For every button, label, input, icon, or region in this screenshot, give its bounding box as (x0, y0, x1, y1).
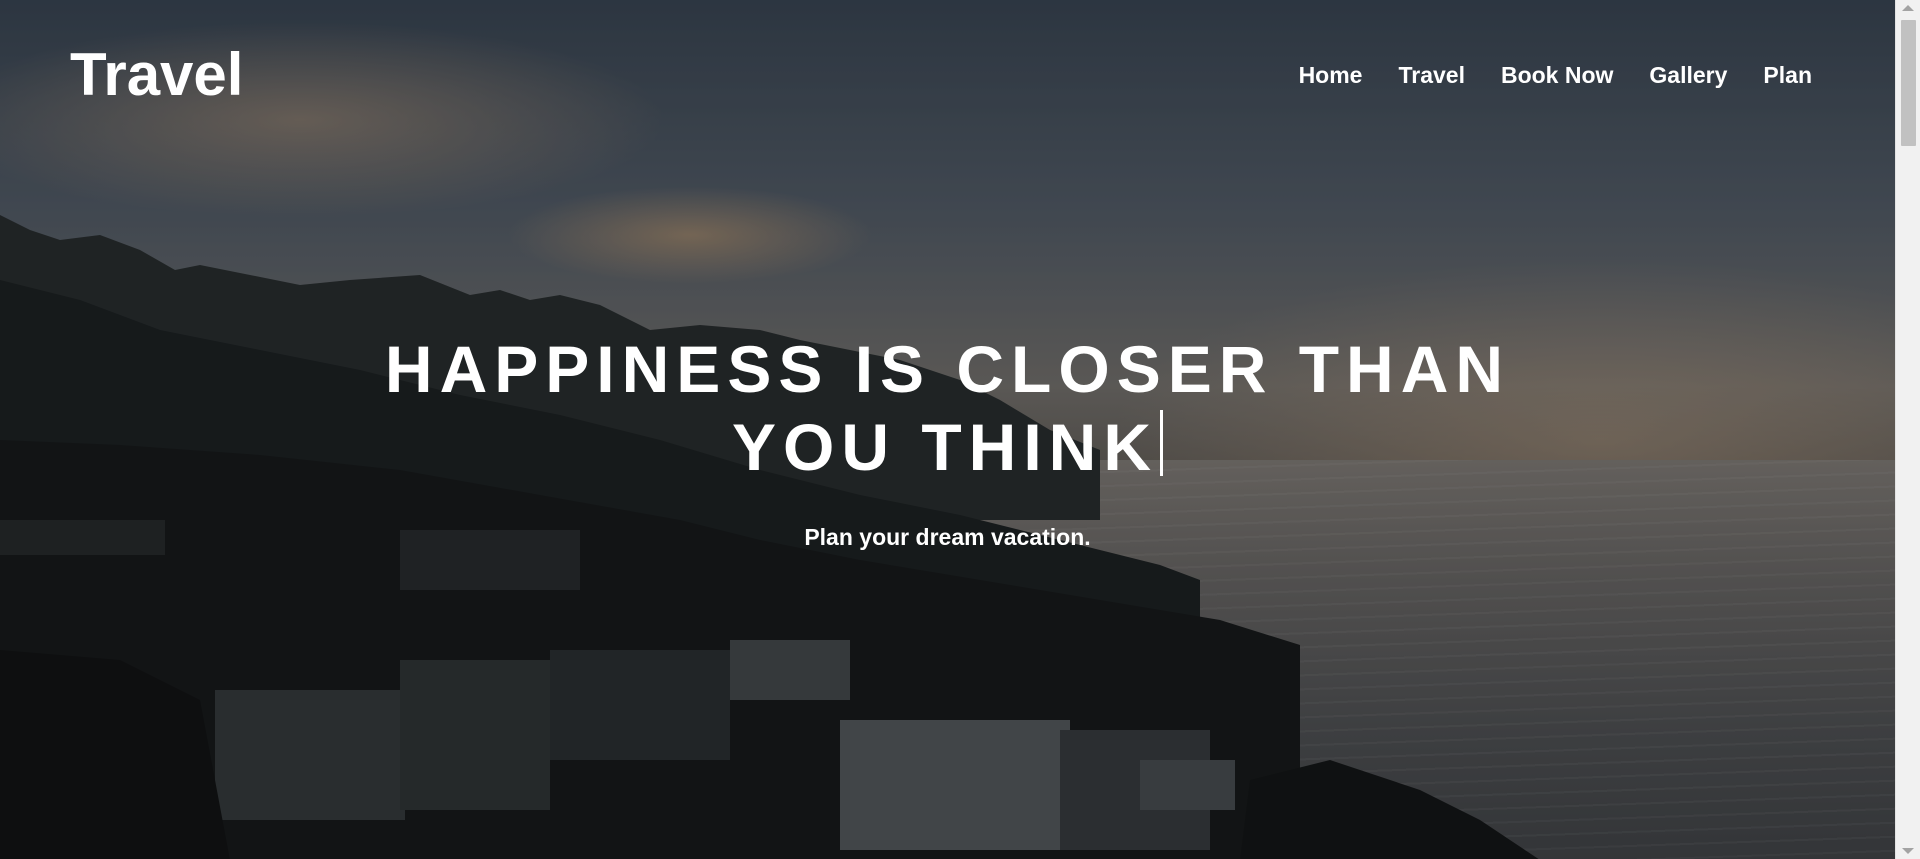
hero-headline: HAPPINESS IS CLOSER THAN YOU THINK (0, 330, 1895, 486)
nav-home[interactable]: Home (1299, 62, 1363, 89)
nav-book-now[interactable]: Book Now (1501, 62, 1613, 89)
headline-line-2: YOU THINK (732, 410, 1158, 484)
scroll-down-icon[interactable] (1902, 848, 1914, 854)
typing-cursor (1160, 410, 1163, 476)
nav-travel[interactable]: Travel (1398, 62, 1465, 89)
scrollbar-thumb[interactable] (1901, 20, 1916, 146)
brand-logo[interactable]: Travel (70, 40, 243, 109)
headline-line-1: HAPPINESS IS CLOSER THAN (384, 332, 1511, 406)
hero-subtitle: Plan your dream vacation. (804, 524, 1091, 550)
main-nav: Home Travel Book Now Gallery Plan (1299, 62, 1812, 89)
nav-plan[interactable]: Plan (1763, 62, 1812, 89)
scroll-up-icon[interactable] (1902, 5, 1914, 11)
nav-gallery[interactable]: Gallery (1649, 62, 1727, 89)
vertical-scrollbar[interactable] (1895, 0, 1920, 859)
